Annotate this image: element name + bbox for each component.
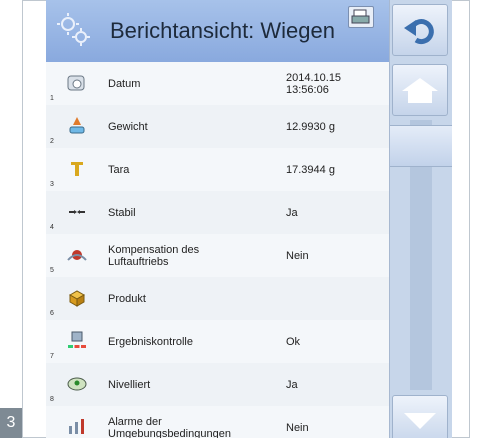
row-value: Nein xyxy=(286,249,309,262)
list-item[interactable]: 7 Ergebniskontrolle Ok xyxy=(46,320,389,364)
air-buoyancy-icon xyxy=(67,250,87,261)
list-item[interactable]: 3 Tara 17.3944 g xyxy=(46,148,389,192)
row-value: 17.3944 g xyxy=(286,163,335,176)
page-title: Berichtansicht: Wiegen xyxy=(110,18,335,43)
tare-icon xyxy=(71,162,83,176)
alarm-icon xyxy=(69,419,84,434)
list-item[interactable]: 8 Nivelliert Ja xyxy=(46,363,389,407)
list-item[interactable]: 4 Stabil Ja xyxy=(46,191,389,235)
row-value: 12.9930 g xyxy=(286,120,335,133)
list-item[interactable]: Alarme der Umgebungsbedingungen Nein xyxy=(46,406,389,438)
scroll-down-button[interactable] xyxy=(392,395,448,438)
row-value: 2014.10.15 13:56:06 xyxy=(286,71,342,96)
row-number: 7 xyxy=(50,353,54,360)
row-number: 8 xyxy=(50,396,54,403)
row-label: Produkt xyxy=(108,292,146,305)
row-number: 4 xyxy=(50,224,54,231)
level-icon xyxy=(67,377,87,391)
figure-number-badge: 3 xyxy=(0,408,22,438)
report-list: 1 Datum 2014.10.15 13:56:06 2 Gewicht 12… xyxy=(46,62,389,438)
row-number: 6 xyxy=(50,310,54,317)
home-icon xyxy=(402,78,438,103)
row-value: Nein xyxy=(286,421,309,434)
arrow-down-icon xyxy=(404,413,436,429)
checkweighing-icon xyxy=(68,331,86,348)
back-button[interactable] xyxy=(392,4,448,56)
home-button[interactable] xyxy=(392,64,448,116)
row-label: Nivelliert xyxy=(108,378,151,391)
undo-icon xyxy=(404,19,434,45)
row-number: 2 xyxy=(50,138,54,145)
weight-icon xyxy=(69,117,85,134)
header: Berichtansicht: Wiegen xyxy=(46,0,389,62)
row-label: Gewicht xyxy=(108,120,148,133)
gear-icon xyxy=(57,13,90,46)
row-value: Ok xyxy=(286,335,301,348)
report-screen: Berichtansicht: Wiegen 1 Datum 2014.10.1… xyxy=(46,0,479,438)
list-item[interactable]: 2 Gewicht 12.9930 g xyxy=(46,105,389,149)
row-value: Ja xyxy=(286,206,298,219)
list-item[interactable]: 5 Kompensation des Luftauftriebs Nein xyxy=(46,234,389,278)
printer-icon[interactable] xyxy=(348,6,374,28)
list-item[interactable]: 1 Datum 2014.10.15 13:56:06 xyxy=(46,62,389,106)
row-number: 3 xyxy=(50,181,54,188)
list-item[interactable]: 6 Produkt xyxy=(46,277,389,321)
row-label: Stabil xyxy=(108,206,136,219)
row-value: Ja xyxy=(286,378,298,391)
row-number: 5 xyxy=(50,267,54,274)
row-label: Alarme der Umgebungsbedingungen xyxy=(108,415,231,438)
calendar-icon xyxy=(67,75,85,91)
row-label: Ergebniskontrolle xyxy=(108,335,193,348)
stable-icon xyxy=(69,210,85,214)
row-number: 1 xyxy=(50,95,54,102)
scrollbar-thumb[interactable] xyxy=(390,125,452,167)
row-label: Kompensation des Luftauftriebs xyxy=(108,243,200,268)
row-label: Datum xyxy=(108,77,141,90)
product-icon xyxy=(68,290,86,307)
row-label: Tara xyxy=(108,163,130,176)
sidebar xyxy=(389,0,452,438)
